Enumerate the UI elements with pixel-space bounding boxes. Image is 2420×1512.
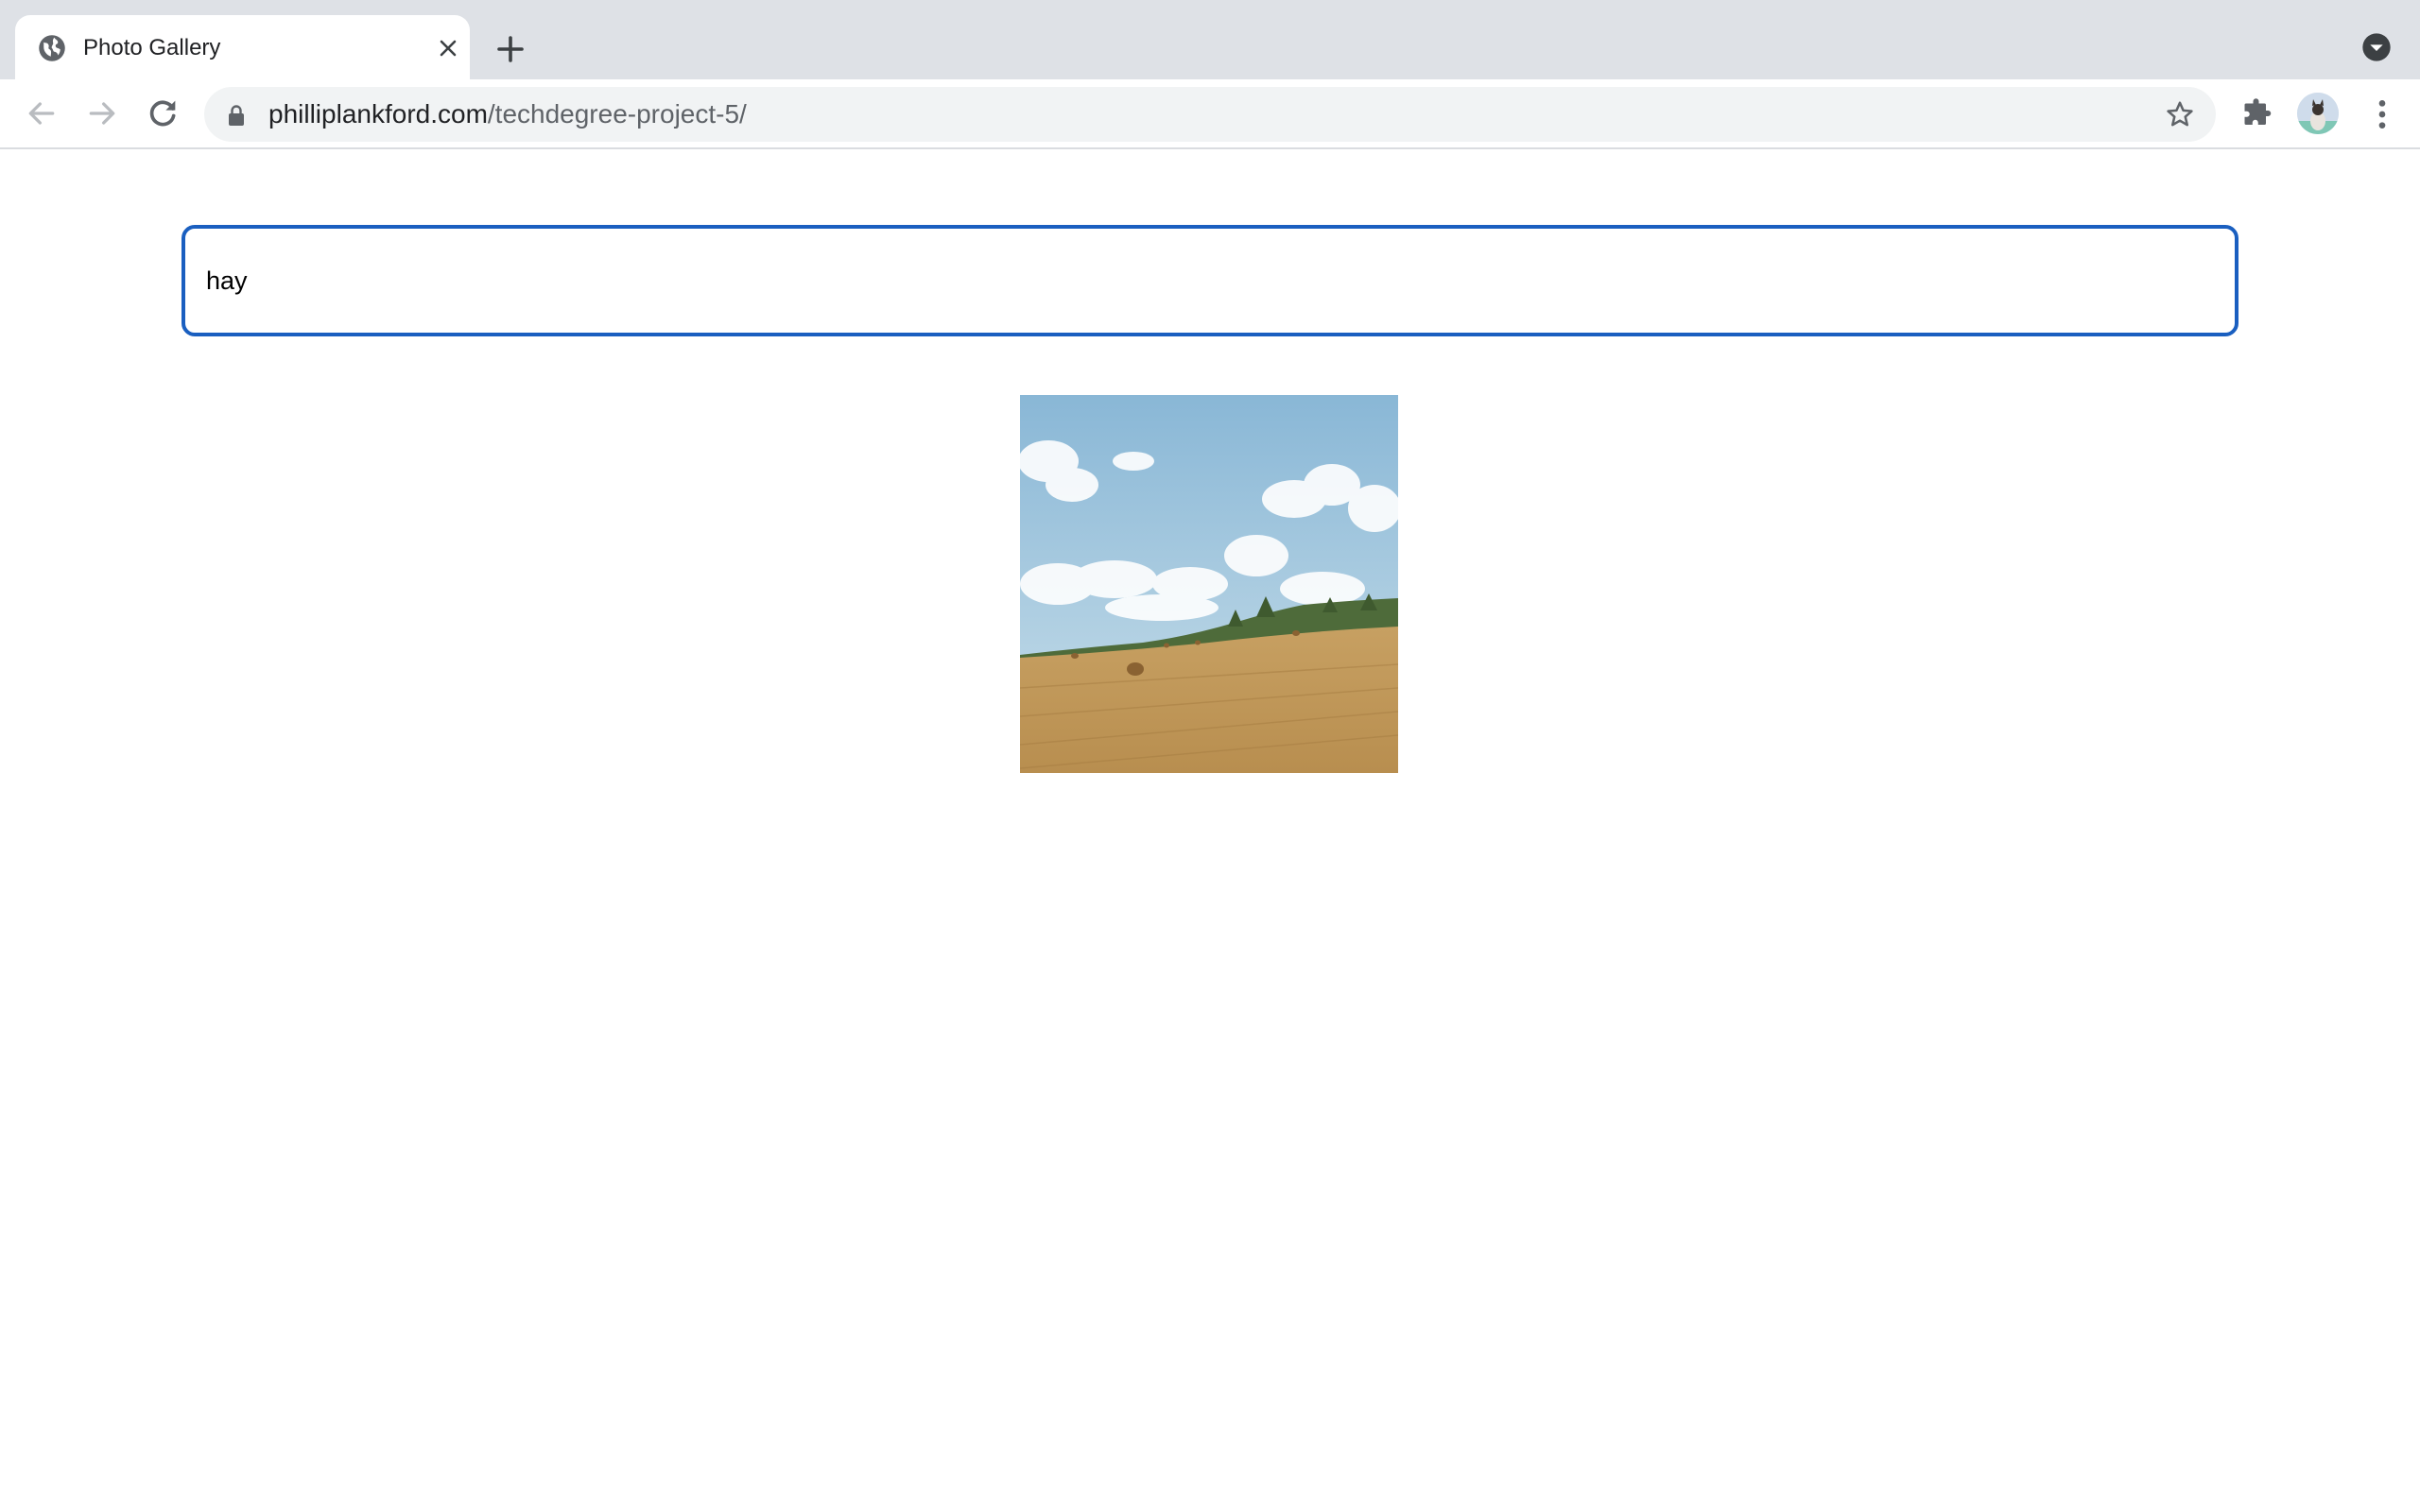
tab-photo-gallery[interactable]: Photo Gallery [15,15,470,79]
search-input[interactable] [182,225,2238,336]
url-path: /techdegree-project-5/ [487,99,747,129]
tab-strip: Photo Gallery [0,0,2420,79]
avatar[interactable] [2297,93,2339,134]
browser-toolbar: philliplankford.com/techdegree-project-5… [0,79,2420,149]
tab-title: Photo Gallery [83,35,221,60]
gallery-photo-hay-field[interactable] [1020,395,1398,773]
address-bar[interactable]: philliplankford.com/techdegree-project-5… [204,87,2216,142]
back-arrow-icon[interactable] [23,94,60,132]
photo-gallery [1020,395,1398,773]
lock-icon[interactable] [227,104,246,127]
url-text[interactable]: philliplankford.com/techdegree-project-5… [268,99,747,129]
url-host: philliplankford.com [268,99,488,129]
puzzle-icon[interactable] [2240,96,2274,130]
close-icon[interactable] [437,37,459,60]
globe-icon [39,35,65,61]
reload-icon[interactable] [144,94,182,132]
kebab-menu-icon[interactable] [2363,95,2401,133]
star-icon[interactable] [2165,99,2195,129]
profile-photo [2297,93,2339,134]
new-tab-plus-icon[interactable] [493,32,527,66]
tab-search-chevron-icon[interactable] [2361,32,2392,62]
forward-arrow-icon[interactable] [83,94,121,132]
